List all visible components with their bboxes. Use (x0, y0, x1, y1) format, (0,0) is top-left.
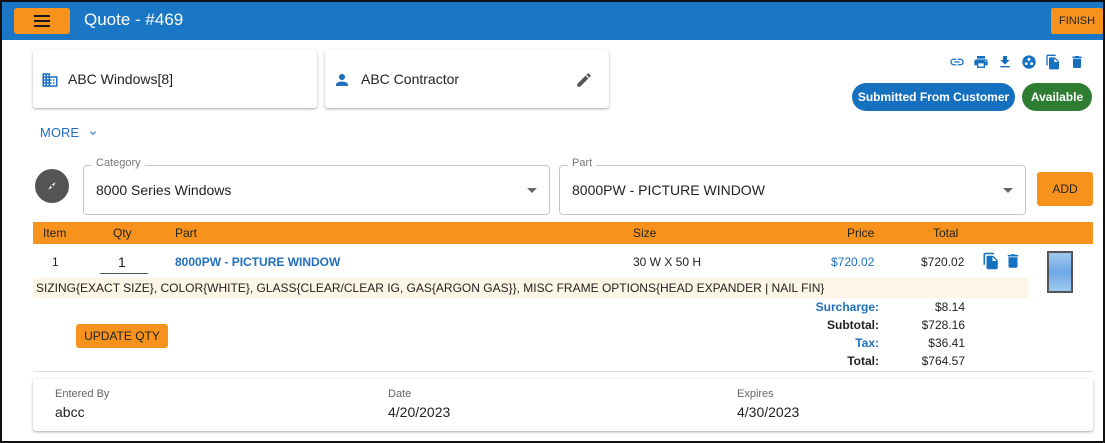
action-icons (949, 54, 1085, 70)
more-toggle[interactable]: MORE (40, 125, 99, 140)
more-label: MORE (40, 125, 79, 140)
subtotal-label: Subtotal: (827, 318, 879, 332)
add-button[interactable]: ADD (1037, 172, 1093, 206)
qty-underline (100, 273, 148, 274)
available-status-badge[interactable]: Available (1022, 83, 1092, 111)
contractor-name: ABC Contractor (361, 71, 460, 87)
page-title: Quote - #469 (84, 10, 184, 29)
edit-icon[interactable] (575, 71, 593, 89)
total-value: $764.57 (921, 354, 965, 368)
hamburger-icon-line (34, 20, 50, 22)
quote-meta-card: Entered By abcc Date 4/20/2023 Expires 4… (33, 379, 1093, 431)
hamburger-icon-line (34, 25, 50, 27)
hamburger-icon-line (34, 15, 50, 17)
header-price: Price (847, 226, 875, 240)
part-select[interactable]: Part 8000PW - PICTURE WINDOW (559, 157, 1026, 215)
row-price-link[interactable]: $720.02 (831, 255, 874, 269)
app-bar: Quote - #469 FINISH (2, 2, 1103, 40)
finish-button[interactable]: FINISH (1051, 8, 1103, 34)
update-qty-button[interactable]: UPDATE QTY (76, 324, 168, 348)
expires-label: Expires (737, 388, 774, 400)
compass-icon (48, 182, 56, 190)
caret-down-icon (1003, 188, 1013, 193)
building-icon (42, 73, 58, 87)
explore-button[interactable] (35, 169, 69, 203)
company-name: ABC Windows[8] (68, 71, 174, 87)
company-card[interactable]: ABC Windows[8] (33, 50, 317, 108)
submitted-status-badge[interactable]: Submitted From Customer (852, 83, 1015, 111)
category-select[interactable]: Category 8000 Series Windows (83, 157, 550, 215)
tax-value: $36.41 (928, 336, 965, 350)
expires-value: 4/30/2023 (737, 404, 800, 420)
delete-icon[interactable] (1069, 54, 1085, 70)
link-icon[interactable] (949, 54, 965, 70)
row-part-link[interactable]: 8000PW - PICTURE WINDOW (175, 255, 340, 269)
header-qty: Qty (113, 226, 132, 240)
contractor-card[interactable]: ABC Contractor (325, 50, 609, 108)
row-total: $720.02 (921, 255, 965, 269)
category-value: 8000 Series Windows (96, 182, 232, 198)
entered-by-value: abcc (55, 404, 85, 420)
row-qty-input[interactable]: 1 (118, 254, 126, 270)
part-label: Part (568, 157, 597, 169)
header-size: Size (633, 226, 657, 240)
person-icon (336, 74, 348, 86)
part-value: 8000PW - PICTURE WINDOW (572, 182, 765, 198)
row-options: SIZING{EXACT SIZE}, COLOR{WHITE}, GLASS{… (33, 278, 1028, 298)
copy-icon[interactable] (982, 252, 1000, 270)
copy-icon[interactable] (1045, 54, 1061, 70)
header-item: Item (43, 226, 67, 240)
row-item: 1 (52, 255, 59, 269)
header-part: Part (175, 226, 198, 240)
row-size: 30 W X 50 H (633, 255, 702, 269)
entered-by-label: Entered By (55, 388, 110, 400)
surcharge-label[interactable]: Surcharge: (799, 300, 879, 314)
delete-icon[interactable] (1004, 252, 1022, 270)
header-total: Total (933, 226, 959, 240)
share-icon[interactable] (1021, 54, 1037, 70)
menu-button[interactable] (14, 8, 70, 34)
surcharge-value: $8.14 (934, 300, 965, 314)
total-label: Total: (847, 354, 879, 368)
print-icon[interactable] (973, 54, 989, 70)
download-icon[interactable] (997, 54, 1013, 70)
date-label: Date (388, 388, 412, 400)
date-value: 4/20/2023 (388, 404, 451, 420)
table-header: Item Qty Part Size Price Total (33, 222, 1093, 244)
subtotal-value: $728.16 (921, 318, 965, 332)
caret-down-icon (527, 188, 537, 193)
tax-label[interactable]: Tax: (799, 336, 879, 350)
chevron-down-icon (90, 130, 96, 135)
category-label: Category (92, 157, 145, 169)
quote-page: Quote - #469 FINISH ABC Windows[8] ABC C… (0, 0, 1105, 443)
product-thumbnail[interactable] (1047, 251, 1073, 293)
divider (33, 371, 1093, 372)
